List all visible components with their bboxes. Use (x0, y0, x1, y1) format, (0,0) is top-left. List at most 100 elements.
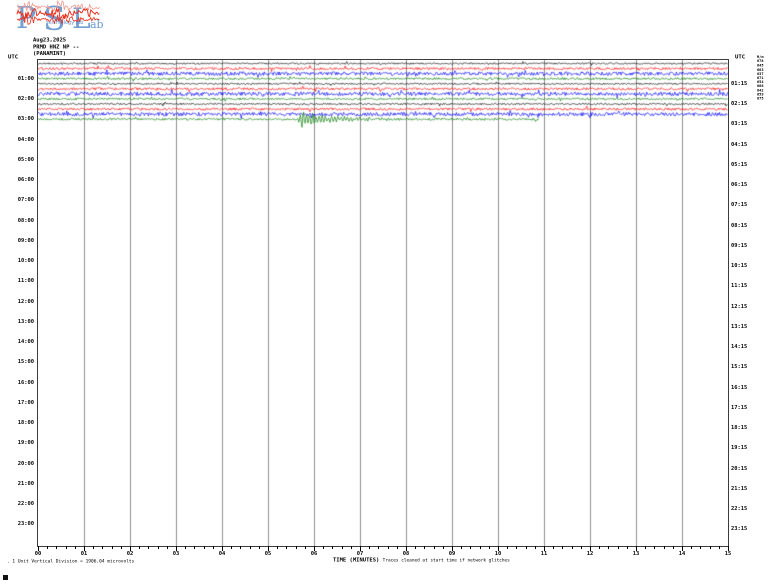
plot-area (37, 59, 729, 547)
time-label-right: 17:15 (731, 405, 755, 411)
minor-tick (102, 546, 103, 549)
time-label-left: 22:00 (10, 501, 34, 507)
x-axis-ticks (38, 546, 729, 554)
minor-tick (526, 546, 527, 549)
time-label-left: 13:00 (10, 319, 34, 325)
minor-tick (700, 546, 701, 549)
time-label-right: 02:15 (731, 101, 755, 107)
time-label-right: 04:15 (731, 142, 755, 148)
minor-tick (323, 546, 324, 549)
time-label-left: 16:00 (10, 380, 34, 386)
time-label-left: 20:00 (10, 461, 34, 467)
header-location: (PANAMINT) (33, 51, 79, 58)
major-tick (406, 546, 407, 551)
utc-label-left: UTC (8, 54, 18, 60)
minor-tick (121, 546, 122, 549)
major-tick (130, 546, 131, 551)
minor-tick (461, 546, 462, 549)
utc-label-right: UTC (735, 54, 745, 60)
time-label-right: 06:15 (731, 182, 755, 188)
scale-value: 675 (757, 96, 764, 100)
minor-tick (148, 546, 149, 549)
major-tick (360, 546, 361, 551)
minor-tick (342, 546, 343, 549)
minor-tick (47, 546, 48, 549)
time-label-right: 05:15 (731, 162, 755, 168)
time-label-left: 17:00 (10, 400, 34, 406)
header-station: PRMD HNZ NP -- (33, 44, 79, 51)
time-label-right: 19:15 (731, 445, 755, 451)
footnote-row: . 1 Unit Vertical Division = 1906.04 mic… (7, 559, 262, 569)
major-tick (498, 546, 499, 551)
minor-tick (489, 546, 490, 549)
time-label-left: 08:00 (10, 218, 34, 224)
minor-tick (240, 546, 241, 549)
minor-tick (231, 546, 232, 549)
time-label-left: 12:00 (10, 299, 34, 305)
minor-tick (572, 546, 573, 549)
minor-tick (618, 546, 619, 549)
minor-tick (645, 546, 646, 549)
time-label-right: 16:15 (731, 385, 755, 391)
time-label-left: 09:00 (10, 238, 34, 244)
header-date: Aug23,2025 (33, 37, 79, 44)
major-tick (222, 546, 223, 551)
minor-tick (470, 546, 471, 549)
time-label-right: 18:15 (731, 425, 755, 431)
time-label-left: 06:00 (10, 177, 34, 183)
time-label-right: 22:15 (731, 506, 755, 512)
scale-column: M/m 678645663637671654668642659675 (757, 55, 771, 156)
time-label-left: 19:00 (10, 440, 34, 446)
time-label-right: 14:15 (731, 344, 755, 350)
time-label-right: 09:15 (731, 243, 755, 249)
minor-tick (250, 546, 251, 549)
major-tick (452, 546, 453, 551)
logo: P S L ab seismology lab (15, 0, 105, 35)
minor-tick (185, 546, 186, 549)
major-tick (268, 546, 269, 551)
minor-tick (378, 546, 379, 549)
logo-letter-p: P (16, 1, 36, 35)
minor-tick (286, 546, 287, 549)
time-label-right: 15:15 (731, 364, 755, 370)
minor-tick (415, 546, 416, 549)
time-label-left: 11:00 (10, 278, 34, 284)
minor-tick (259, 546, 260, 549)
x-axis-note: Traces cleaned at start time if network … (383, 558, 510, 563)
minor-tick (673, 546, 674, 549)
time-label-right: 13:15 (731, 324, 755, 330)
minor-tick (351, 546, 352, 549)
major-tick (636, 546, 637, 551)
minor-tick (710, 546, 711, 549)
major-tick (84, 546, 85, 551)
minor-tick (213, 546, 214, 549)
helicorder-page: P S L ab seismology lab Aug23,2025 PRMD … (0, 0, 782, 585)
major-tick (682, 546, 683, 551)
minor-tick (167, 546, 168, 549)
minor-tick (56, 546, 57, 549)
time-label-left: 04:00 (10, 137, 34, 143)
time-label-left: 07:00 (10, 197, 34, 203)
minor-tick (194, 546, 195, 549)
time-label-right: 10:15 (731, 263, 755, 269)
time-label-left: 02:00 (10, 96, 34, 102)
minor-tick (627, 546, 628, 549)
helicorder-traces (38, 60, 728, 546)
minor-tick (553, 546, 554, 549)
time-label-right: 21:15 (731, 486, 755, 492)
minor-tick (305, 546, 306, 549)
time-label-left: 10:00 (10, 258, 34, 264)
minor-tick (664, 546, 665, 549)
minor-tick (332, 546, 333, 549)
time-label-right: 03:15 (731, 121, 755, 127)
time-label-right: 23:15 (731, 526, 755, 532)
minor-tick (581, 546, 582, 549)
time-label-right: 07:15 (731, 202, 755, 208)
minor-tick (112, 546, 113, 549)
minor-tick (516, 546, 517, 549)
minor-tick (296, 546, 297, 549)
time-label-left: 03:00 (10, 116, 34, 122)
time-label-left: 14:00 (10, 339, 34, 345)
minor-tick (443, 546, 444, 549)
time-label-left: 15:00 (10, 359, 34, 365)
